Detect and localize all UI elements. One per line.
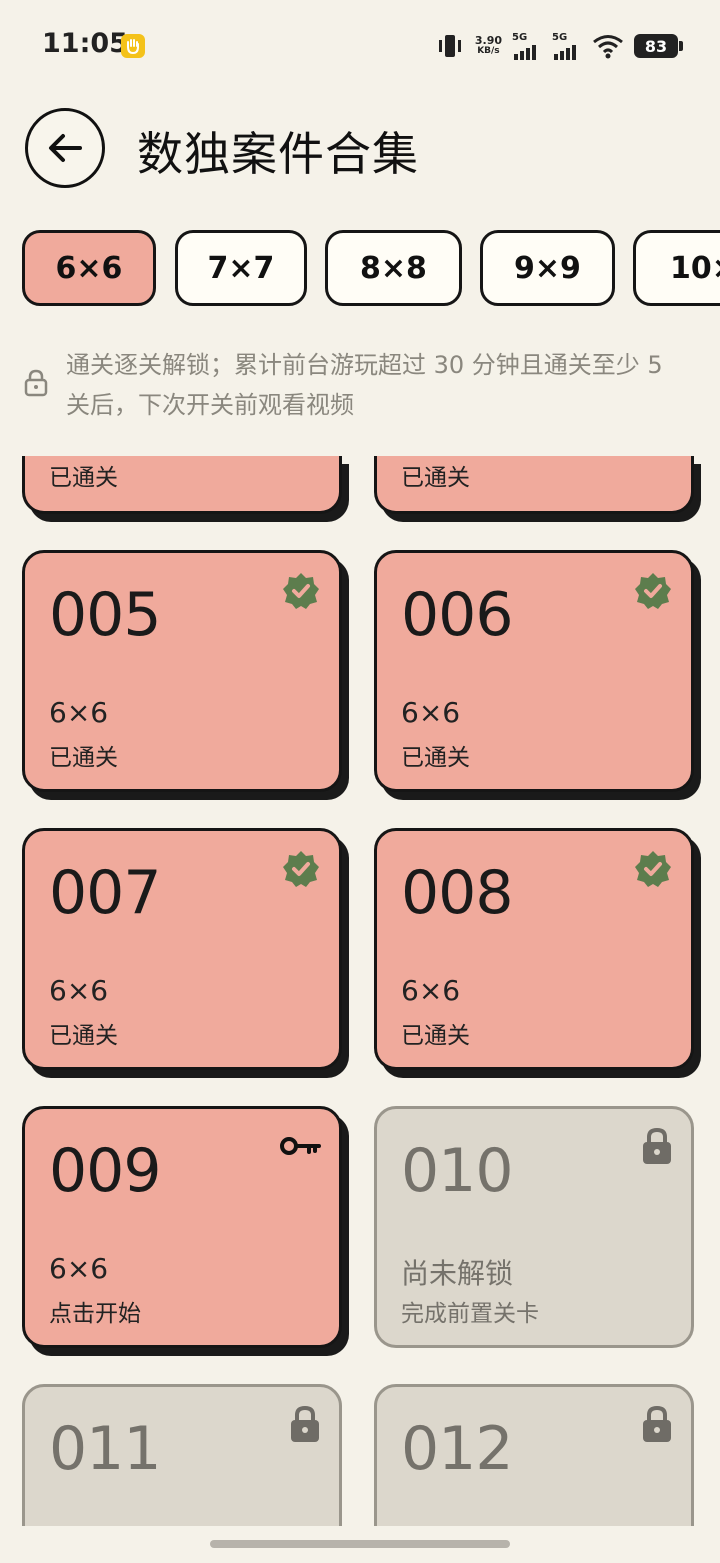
size-tabs: 6×6 7×7 8×8 9×9 10× [0, 230, 720, 310]
card-status: 已通关 [49, 1023, 118, 1049]
card-status: 点击开始 [49, 1301, 141, 1327]
signal-1-icon: 5G [512, 32, 542, 60]
hint-text: 通关逐关解锁；累计前台游玩超过 30 分钟且通关至少 5 关后，下次开关前观看视… [66, 351, 663, 419]
arrow-left-icon [49, 134, 82, 162]
card-number: 007 [49, 858, 162, 928]
level-card-partial[interactable]: 已通关 [22, 456, 342, 514]
card-number: 008 [401, 858, 514, 928]
lock-icon [24, 369, 48, 397]
card-size: 6×6 [401, 696, 461, 729]
verified-check-icon [635, 851, 671, 887]
level-card-012[interactable]: 012 [374, 1384, 694, 1526]
battery-indicator: 83 [634, 34, 683, 58]
network-speed: 3.90 KB/s [474, 34, 502, 56]
level-card-005[interactable]: 005 6×6 已通关 [22, 550, 342, 792]
card-size: 6×6 [401, 974, 461, 1007]
lock-icon [291, 1405, 319, 1442]
back-button[interactable] [25, 108, 105, 188]
level-card-partial[interactable]: 已通关 [374, 456, 694, 514]
tab-10x10[interactable]: 10× [633, 230, 720, 306]
tab-9x9[interactable]: 9×9 [480, 230, 615, 306]
vibrate-icon [438, 35, 461, 57]
level-card-007[interactable]: 007 6×6 已通关 [22, 828, 342, 1070]
key-icon [280, 1137, 321, 1155]
status-time: 11:05 [42, 28, 128, 59]
card-status: 已通关 [49, 465, 118, 491]
verified-check-icon [283, 851, 319, 887]
level-card-010[interactable]: 010 尚未解锁 完成前置关卡 [374, 1106, 694, 1348]
card-status: 已通关 [401, 465, 470, 491]
card-size: 6×6 [49, 1252, 109, 1285]
page-title: 数独案件合集 [137, 127, 419, 181]
status-icons: 3.90 KB/s 5G 5G 83 [435, 28, 683, 64]
card-number: 005 [49, 580, 162, 650]
tab-6x6[interactable]: 6×6 [22, 230, 156, 306]
card-number: 006 [401, 580, 514, 650]
level-list[interactable]: 已通关 已通关 005 6×6 已通关 006 6×6 已通关 007 6×6 … [0, 456, 720, 1526]
card-number: 011 [49, 1414, 162, 1484]
card-size: 6×6 [49, 696, 109, 729]
card-size: 6×6 [49, 974, 109, 1007]
card-size: 尚未解锁 [401, 1257, 514, 1290]
card-number: 012 [401, 1414, 514, 1484]
verified-check-icon [283, 573, 319, 609]
status-bar: 11:05 3.90 KB/s 5G 5G 83 [0, 0, 720, 92]
home-indicator[interactable] [210, 1540, 510, 1548]
level-card-009[interactable]: 009 6×6 点击开始 [22, 1106, 342, 1348]
card-status: 已通关 [401, 745, 470, 771]
lock-icon [643, 1405, 671, 1442]
wifi-icon [593, 35, 623, 59]
card-status: 完成前置关卡 [401, 1301, 539, 1327]
signal-2-icon: 5G [552, 32, 582, 60]
card-status: 已通关 [49, 745, 118, 771]
lock-icon [643, 1127, 671, 1164]
card-status: 已通关 [401, 1023, 470, 1049]
level-card-011[interactable]: 011 [22, 1384, 342, 1526]
tab-8x8[interactable]: 8×8 [325, 230, 462, 306]
level-card-006[interactable]: 006 6×6 已通关 [374, 550, 694, 792]
verified-check-icon [635, 573, 671, 609]
level-card-008[interactable]: 008 6×6 已通关 [374, 828, 694, 1070]
app-notification-icon [121, 34, 145, 58]
card-number: 010 [401, 1136, 514, 1206]
tab-7x7[interactable]: 7×7 [175, 230, 307, 306]
card-number: 009 [49, 1136, 162, 1206]
